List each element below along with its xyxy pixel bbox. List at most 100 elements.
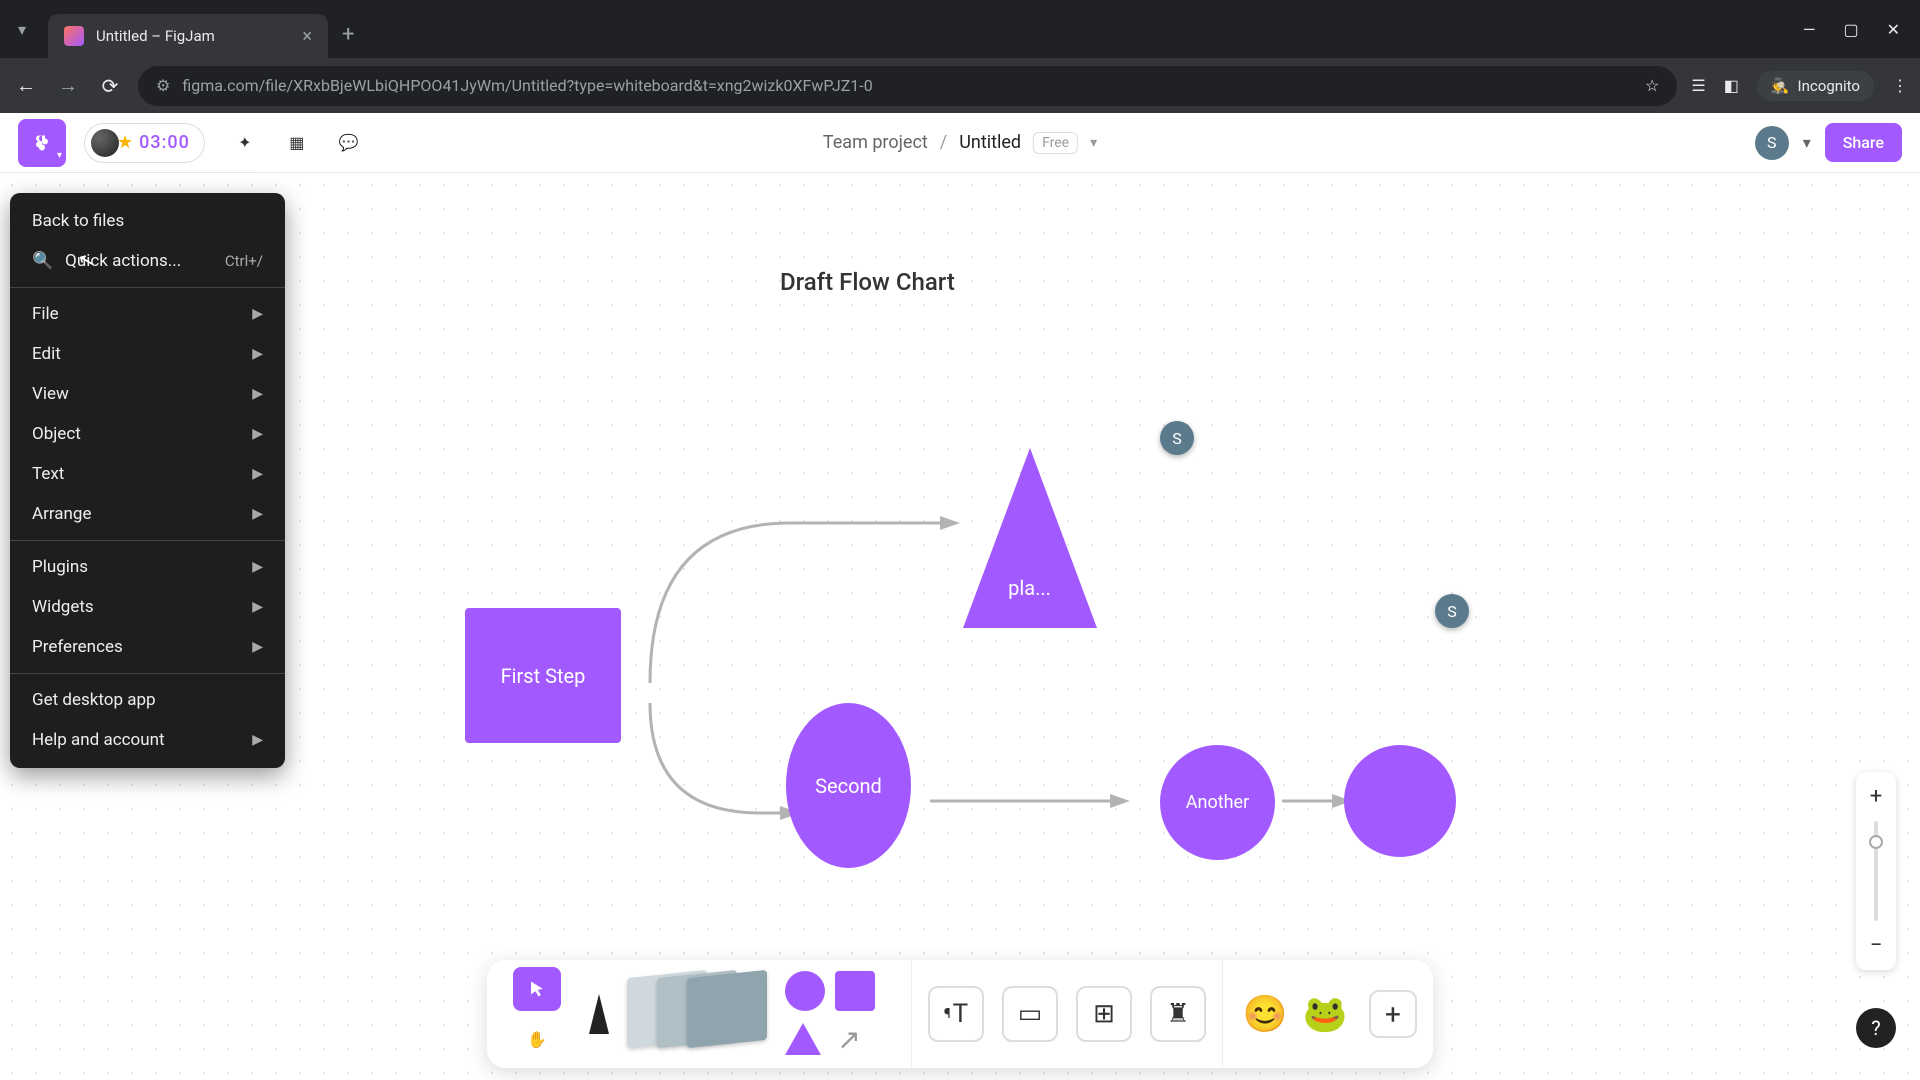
chevron-right-icon: ▶ [252,732,263,748]
shape-circle[interactable] [1344,745,1456,857]
comment-icon[interactable]: 💬 [337,131,361,155]
menu-separator [10,540,285,541]
chevron-right-icon: ▶ [252,426,263,442]
user-avatar[interactable]: S [1755,126,1789,160]
sparkle-icon[interactable]: ✦ [233,131,257,155]
tab-search-dropdown[interactable]: ▾ [8,15,36,43]
presence-avatar[interactable]: S [1435,594,1469,628]
connector-arrow[interactable] [640,513,960,693]
help-button[interactable]: ? [1856,1008,1896,1048]
select-tool[interactable] [513,967,561,1011]
close-window-icon[interactable]: ✕ [1887,20,1900,39]
chevron-down-icon[interactable]: ▾ [1090,135,1097,151]
incognito-badge[interactable]: 🕵 Incognito [1757,71,1874,101]
shape-ellipse[interactable]: Second [786,703,911,868]
share-button[interactable]: Share [1825,123,1902,162]
menu-edit[interactable]: Edit ▶ [10,334,285,374]
menu-label: File [32,304,59,324]
chevron-down-icon[interactable]: ▾ [1803,133,1811,152]
presence-avatar[interactable]: S [1160,421,1194,455]
triangle-icon[interactable] [785,1023,821,1055]
shape-tool[interactable]: ↗ [785,971,895,1057]
more-tools-button[interactable]: + [1369,990,1417,1038]
menu-label: Edit [32,344,61,364]
connector-icon[interactable]: ↗ [831,1021,867,1057]
side-panel-icon[interactable]: ◧ [1724,76,1739,95]
shape-triangle[interactable]: pla... [962,448,1097,628]
shape-label: pla... [962,576,1097,600]
circle-icon[interactable] [785,971,825,1011]
menu-separator [10,673,285,674]
connector-arrow[interactable] [930,791,1130,811]
connector-arrow[interactable] [640,693,800,823]
section-tool[interactable]: ▭ [1002,986,1058,1042]
chevron-right-icon: ▶ [252,559,263,575]
main-menu-button[interactable]: ▾ [18,119,66,167]
text-tool[interactable]: ¶T [928,986,984,1042]
menu-label: Widgets [32,597,94,617]
file-name[interactable]: Untitled [959,132,1021,153]
stamp-tool[interactable]: ♜ [1150,986,1206,1042]
reading-list-icon[interactable]: ☰ [1691,76,1705,95]
menu-file[interactable]: File ▶ [10,294,285,334]
chevron-right-icon: ▶ [252,306,263,322]
back-button[interactable]: ← [12,73,40,98]
hand-icon: ✋ [527,1030,547,1049]
chevron-right-icon: ▶ [252,506,263,522]
project-name[interactable]: Team project [823,132,928,153]
forward-button[interactable]: → [54,73,82,98]
menu-arrange[interactable]: Arrange ▶ [10,494,285,534]
url-input[interactable]: ⚙ figma.com/file/XRxbBjeWLbiQHPOO41JyWm/… [138,66,1677,106]
star-icon: ★ [117,132,133,153]
tab-title: Untitled – FigJam [96,27,215,45]
hand-tool[interactable]: ✋ [513,1017,561,1061]
sticky-note-tool[interactable] [627,974,767,1054]
connector-arrow[interactable] [1282,791,1352,811]
chevron-right-icon: ▶ [252,346,263,362]
table-icon[interactable]: ▦ [285,131,309,155]
reload-button[interactable]: ⟳ [96,74,124,98]
menu-quick-actions[interactable]: 🔍 Quick actions... Ctrl+/ [10,241,285,281]
browser-tab[interactable]: Untitled – FigJam × [48,14,328,58]
zoom-slider[interactable] [1874,821,1878,921]
zoom-in-button[interactable]: + [1866,780,1886,813]
browser-menu-icon[interactable]: ⋮ [1892,76,1908,95]
grid-tool[interactable]: ⊞ [1076,986,1132,1042]
figma-favicon [64,26,84,46]
menu-back-to-files[interactable]: Back to files [10,201,285,241]
marker-tool[interactable] [589,994,609,1034]
widget-jambot[interactable]: 🐸 [1299,988,1351,1040]
menu-desktop-app[interactable]: Get desktop app [10,680,285,720]
menu-object[interactable]: Object ▶ [10,414,285,454]
site-settings-icon[interactable]: ⚙ [156,76,170,95]
search-icon: 🔍 [32,251,53,271]
plan-badge[interactable]: Free [1033,132,1078,154]
new-tab-button[interactable]: + [342,22,354,47]
square-icon[interactable] [835,971,875,1011]
menu-preferences[interactable]: Preferences ▶ [10,627,285,667]
menu-text[interactable]: Text ▶ [10,454,285,494]
close-tab-icon[interactable]: × [282,26,312,47]
menu-view[interactable]: View ▶ [10,374,285,414]
menu-widgets[interactable]: Widgets ▶ [10,587,285,627]
bookmark-icon[interactable]: ☆ [1645,76,1659,95]
menu-plugins[interactable]: Plugins ▶ [10,547,285,587]
menu-separator [10,287,285,288]
canvas[interactable]: Draft Flow Chart First Step pla... Secon… [0,173,1920,1080]
bottom-toolbar: ✋ ↗ ¶T ▭ ⊞ ♜ [487,960,1433,1068]
minimize-icon[interactable]: — [1803,20,1816,39]
timer-value: 03:00 [139,132,190,153]
zoom-thumb[interactable] [1869,835,1883,849]
menu-help[interactable]: Help and account ▶ [10,720,285,760]
maximize-icon[interactable]: ▢ [1843,20,1858,39]
timer-widget[interactable]: ★ 03:00 [84,123,205,163]
shape-circle[interactable]: Another [1160,745,1275,860]
canvas-title[interactable]: Draft Flow Chart [780,268,955,296]
zoom-out-button[interactable]: − [1866,929,1887,962]
chevron-right-icon: ▶ [252,466,263,482]
zoom-control: + − [1856,772,1896,970]
chevron-right-icon: ▶ [252,599,263,615]
widget-face[interactable]: 😊 [1239,988,1291,1040]
shape-rectangle[interactable]: First Step [465,608,621,743]
incognito-icon: 🕵 [1771,77,1790,95]
